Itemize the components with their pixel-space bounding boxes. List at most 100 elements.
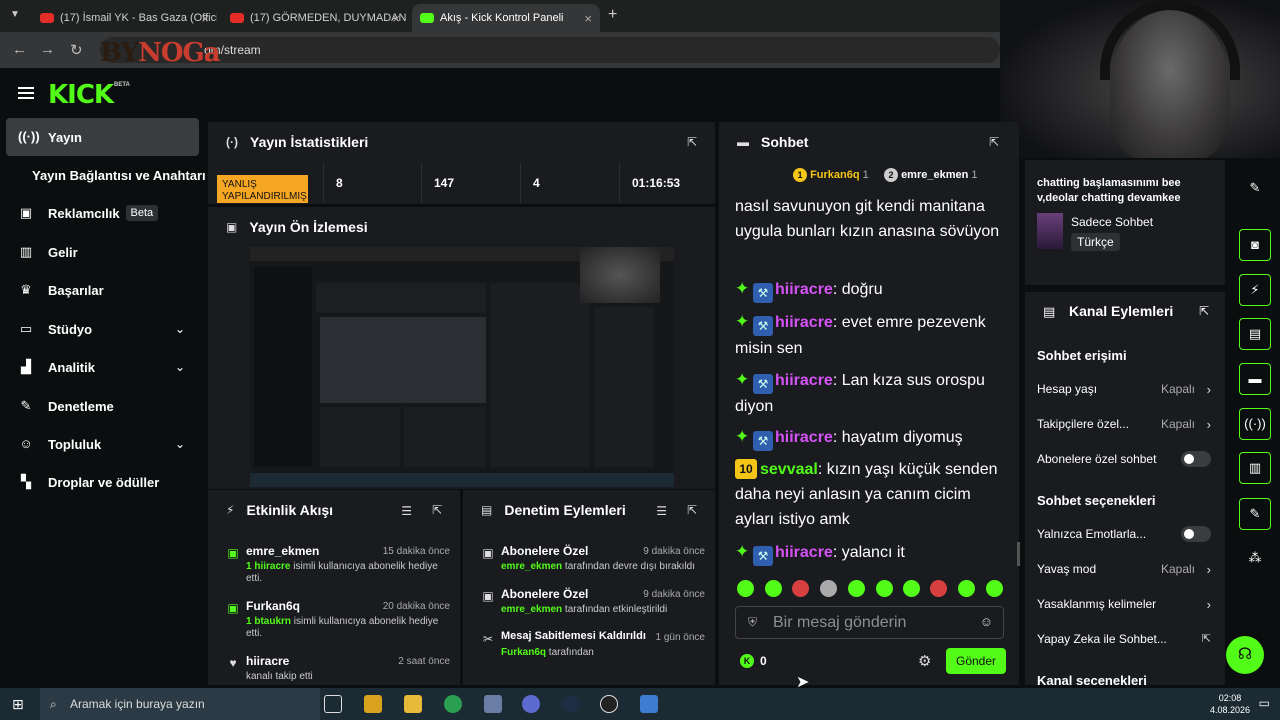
overlay-logo: BYNOGa: [100, 38, 221, 68]
popout-icon[interactable]: ⇱: [432, 503, 442, 517]
drops-icon[interactable]: ⁂: [1239, 542, 1271, 574]
app-icon[interactable]: [364, 695, 382, 713]
subs-only-toggle[interactable]: [1181, 451, 1211, 467]
popout-icon[interactable]: ⇱: [989, 135, 999, 149]
new-tab-button[interactable]: +: [608, 6, 617, 24]
sidebar-item-moderation[interactable]: ✎ Denetleme: [6, 387, 199, 425]
close-icon[interactable]: ×: [392, 11, 400, 26]
filter-icon[interactable]: ☰: [656, 504, 667, 518]
chat-message: ✦ ⚒ hiiracre: hayatım diyomuş: [735, 424, 1013, 451]
app-icon[interactable]: [522, 695, 540, 713]
slow-mode-row[interactable]: Yavaş mod Kapalı ›: [1037, 562, 1215, 577]
windows-start-icon[interactable]: ⊞: [12, 696, 24, 713]
sidebar-item-community[interactable]: ☺ Topluluk ⌄: [6, 425, 199, 463]
popout-icon[interactable]: ⇱: [1199, 304, 1209, 318]
chat-message: ✦ ⚒ hiiracre: Lan kıza sus orospu diyon: [735, 367, 1013, 419]
broadcast-icon[interactable]: ((·)): [1239, 408, 1271, 440]
browser-tab-2[interactable]: (17) GÖRMEDEN, DUYMADAN ×: [222, 4, 408, 32]
help-chat-button[interactable]: ☊: [1226, 636, 1264, 674]
emote-icon[interactable]: [848, 580, 865, 597]
ai-chat-row[interactable]: Yapay Zeka ile Sohbet... ⇱: [1037, 632, 1215, 646]
edit-icon[interactable]: ✎: [1239, 172, 1271, 204]
file-explorer-icon[interactable]: [404, 695, 422, 713]
emote-icon[interactable]: [792, 580, 809, 597]
emote-icon[interactable]: [765, 580, 782, 597]
beta-badge: Beta: [125, 205, 159, 221]
sidebar-item-stream-key[interactable]: Yayın Bağlantısı ve Anahtarı: [6, 156, 206, 194]
chat-icon[interactable]: ▬: [1239, 363, 1271, 395]
sidebar-item-analytics[interactable]: ▟ Analitik ⌄: [6, 348, 199, 386]
emote-icon[interactable]: [986, 580, 1003, 597]
filter-icon[interactable]: ☰: [401, 504, 412, 518]
wrench-icon[interactable]: ✎: [1239, 498, 1271, 530]
browser-tab-bar: ▼ (17) İsmail YK - Bas Gaza (Offici × (1…: [0, 0, 1000, 32]
steam-icon[interactable]: [562, 695, 580, 713]
system-clock[interactable]: 02:08 4.08.2026: [1210, 692, 1250, 716]
emote-icon[interactable]: [930, 580, 947, 597]
top-user-1[interactable]: 1 Furkan6q 1: [793, 168, 869, 182]
lightning-icon[interactable]: ⚡: [1239, 274, 1271, 306]
notification-icon[interactable]: ▭: [1259, 696, 1270, 710]
kick-points-icon[interactable]: K: [740, 654, 754, 668]
tab-list-icon[interactable]: ▼: [10, 9, 20, 20]
sidebar-item-studio[interactable]: ▭ Stüdyo ⌄: [6, 310, 199, 348]
emote-only-row: Yalnızca Emotlarla...: [1037, 526, 1215, 542]
sidebar-item-drops[interactable]: ▚ Droplar ve ödüller: [6, 463, 199, 501]
popout-icon[interactable]: ⇱: [687, 135, 697, 149]
close-icon[interactable]: ×: [584, 11, 592, 26]
send-button[interactable]: Gönder: [946, 648, 1006, 674]
forward-icon[interactable]: →: [40, 41, 55, 58]
back-icon[interactable]: ←: [12, 41, 27, 58]
layout-icon[interactable]: ▥: [1239, 452, 1271, 484]
unpin-icon: ✂: [482, 632, 494, 646]
chrome-icon[interactable]: [444, 695, 462, 713]
emote-icon[interactable]: [876, 580, 893, 597]
banned-words-row[interactable]: Yasaklanmış kelimeler ›: [1037, 597, 1215, 612]
browser-tab-3[interactable]: Akış - Kick Kontrol Paneli ×: [412, 4, 600, 32]
task-view-icon[interactable]: [324, 695, 342, 713]
analytics-icon: ▟: [21, 359, 31, 374]
panel-title: Yayın İstatistikleri: [250, 134, 369, 150]
reload-icon[interactable]: ↻: [70, 41, 83, 59]
browser-tab-1[interactable]: (17) İsmail YK - Bas Gaza (Offici ×: [32, 4, 217, 32]
menu-icon[interactable]: [18, 87, 34, 99]
gift-icon: ▣: [227, 546, 239, 560]
taskbar-search[interactable]: ⌕ Aramak için buraya yazın: [40, 688, 320, 720]
camera-icon[interactable]: ◙: [1239, 229, 1271, 261]
kick-header: KICK BETA: [0, 68, 1000, 120]
top-user-2[interactable]: 2 emre_ekmen 1: [884, 168, 978, 182]
lightning-icon: ⚡: [226, 503, 235, 517]
followers-only-row[interactable]: Takipçilere özel... Kapalı ›: [1037, 417, 1215, 432]
emote-icon[interactable]: [820, 580, 837, 597]
kick-logo[interactable]: KICK: [48, 80, 114, 110]
verified-star-icon: ✦: [735, 542, 750, 561]
category-thumbnail: [1037, 213, 1063, 249]
broadcast-icon: (·): [226, 135, 238, 149]
sidebar-item-achievements[interactable]: ♛ Başarılar: [6, 271, 199, 309]
emote-icon[interactable]: [737, 580, 754, 597]
emote-only-toggle[interactable]: [1181, 526, 1211, 542]
sidebar-item-advertising[interactable]: ▣ Reklamcılık Beta: [6, 194, 199, 232]
url-field[interactable]: om/stream: [100, 37, 1000, 63]
kick-points-count: 0: [760, 654, 767, 668]
obs-icon[interactable]: [600, 695, 618, 713]
settings-gear-icon[interactable]: ⚙: [918, 652, 931, 670]
app-icon[interactable]: [484, 695, 502, 713]
verified-star-icon: ✦: [735, 427, 750, 446]
emote-icon[interactable]: [903, 580, 920, 597]
sidebar-item-stream[interactable]: ((·)) Yayın: [6, 118, 199, 156]
sidebar-item-revenue[interactable]: ▥ Gelir: [6, 233, 199, 271]
list-item: ♥ hiiracre 2 saat önce kanalı takip etti: [226, 654, 450, 682]
trophy-icon: ♛: [20, 282, 32, 297]
chevron-right-icon: ›: [1206, 562, 1211, 577]
popout-icon[interactable]: ⇱: [687, 503, 697, 517]
app-icon[interactable]: [640, 695, 658, 713]
emoji-icon[interactable]: ☺: [980, 614, 993, 629]
chat-scrollbar[interactable]: [1017, 542, 1020, 566]
close-icon[interactable]: ×: [201, 11, 209, 26]
chat-input[interactable]: ⛨ Bir mesaj gönderin ☺: [735, 606, 1004, 639]
emote-icon[interactable]: [958, 580, 975, 597]
right-tool-rail: ✎ ◙ ⚡ ▤ ▬ ((·)) ▥ ✎ ⁂: [1233, 160, 1280, 685]
account-age-row[interactable]: Hesap yaşı Kapalı ›: [1037, 382, 1215, 397]
document-icon[interactable]: ▤: [1239, 318, 1271, 350]
